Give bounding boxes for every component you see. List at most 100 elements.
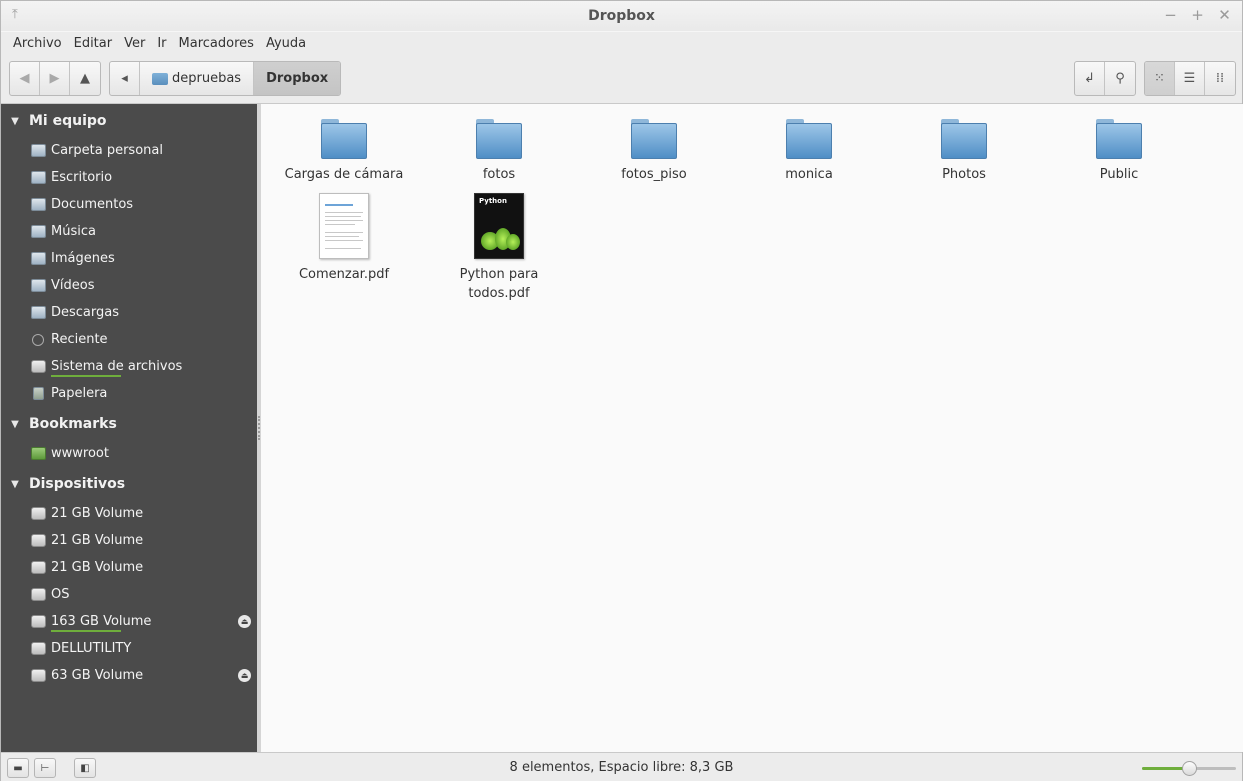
breadcrumb-depruebas[interactable]: depruebas	[140, 62, 255, 95]
file-name: fotos	[482, 167, 516, 182]
pdf-thumbnail-icon	[319, 193, 369, 259]
sidebar-item-imagenes[interactable]: Imágenes	[31, 245, 255, 272]
menu-archivo[interactable]: Archivo	[7, 36, 68, 51]
compact-view-button[interactable]: ⁞⁞	[1205, 62, 1235, 95]
sidebar-item-label: Música	[51, 224, 96, 239]
drive-icon	[31, 615, 46, 628]
sidebar-item-label: Vídeos	[51, 278, 95, 293]
file-name: Python para todos.pdf	[459, 267, 539, 301]
downloads-folder-icon	[31, 306, 46, 319]
menu-editar[interactable]: Editar	[68, 36, 119, 51]
file-item-fotos[interactable]: fotos	[434, 119, 564, 184]
videos-folder-icon	[31, 279, 46, 292]
folder-icon	[1096, 119, 1142, 159]
sidebar-item-sistema-de-archivos[interactable]: Sistema de archivos	[31, 353, 255, 380]
file-view[interactable]: Cargas de cámara fotos fotos_piso monica…	[261, 104, 1243, 752]
file-name: Cargas de cámara	[284, 167, 404, 182]
menu-ver[interactable]: Ver	[118, 36, 151, 51]
back-button[interactable]: ◀	[10, 62, 40, 95]
toggle-location-button[interactable]: ↲	[1075, 62, 1105, 95]
search-button[interactable]: ⚲	[1105, 62, 1135, 95]
sidebar-item-volume-21gb-3[interactable]: 21 GB Volume	[31, 554, 255, 581]
sidebar-item-papelera[interactable]: Papelera	[31, 380, 255, 407]
breadcrumb-dropbox[interactable]: Dropbox	[254, 62, 341, 95]
expand-arrow-icon: ▼	[11, 478, 19, 490]
title-bar[interactable]: ⤒ Dropbox − + ✕	[1, 1, 1242, 31]
sidebar-item-label: Sistema de archivos	[51, 359, 183, 374]
sidebar-item-volume-163gb[interactable]: 163 GB Volume ⏏	[31, 608, 255, 635]
sidebar-item-musica[interactable]: Música	[31, 218, 255, 245]
eject-icon[interactable]: ⏏	[238, 615, 251, 628]
sidebar-item-label: Carpeta personal	[51, 143, 163, 158]
sidebar-item-label: OS	[51, 587, 70, 602]
up-button[interactable]: ▲	[70, 62, 100, 95]
sidebar-item-videos[interactable]: Vídeos	[31, 272, 255, 299]
file-item-comenzar-pdf[interactable]: Comenzar.pdf	[279, 193, 409, 284]
file-item-python-para-todos-pdf[interactable]: Python Python para todos.pdf	[434, 193, 564, 303]
drive-icon	[31, 534, 46, 547]
sidebar-item-label: 21 GB Volume	[51, 533, 144, 548]
breadcrumb-parent-label: depruebas	[172, 71, 242, 86]
menu-ayuda[interactable]: Ayuda	[260, 36, 312, 51]
eject-icon[interactable]: ⏏	[238, 669, 251, 682]
folder-icon	[476, 119, 522, 159]
arrow-left-icon: ◀	[19, 71, 30, 86]
sidebar-item-os[interactable]: OS	[31, 581, 255, 608]
section-mi-equipo[interactable]: ▼ Mi equipo	[1, 106, 107, 136]
sidebar-item-label: DELLUTILITY	[51, 641, 132, 656]
pin-icon[interactable]: ⤒	[12, 7, 18, 22]
trash-icon	[33, 387, 44, 400]
folder-icon	[321, 119, 367, 159]
section-dispositivos[interactable]: ▼ Dispositivos	[1, 469, 125, 499]
expand-arrow-icon: ▼	[11, 115, 19, 127]
sidebar-item-wwwroot[interactable]: wwwroot	[31, 440, 255, 467]
minimize-button[interactable]: −	[1163, 6, 1178, 24]
menu-marcadores[interactable]: Marcadores	[173, 36, 260, 51]
sidebar-item-label: Descargas	[51, 305, 120, 320]
sidebar-item-volume-63gb[interactable]: 63 GB Volume ⏏	[31, 662, 255, 689]
icon-view-button[interactable]: ⁙	[1145, 62, 1175, 95]
thumbnail-title: Python	[479, 197, 507, 205]
sidebar-item-escritorio[interactable]: Escritorio	[31, 164, 255, 191]
sidebar-item-documentos[interactable]: Documentos	[31, 191, 255, 218]
sidebar-item-reciente[interactable]: Reciente	[31, 326, 255, 353]
sidebar-item-dellutility[interactable]: DELLUTILITY	[31, 635, 255, 662]
list-icon: ☰	[1183, 71, 1196, 86]
sidebar-item-descargas[interactable]: Descargas	[31, 299, 255, 326]
zoom-slider-handle[interactable]	[1182, 761, 1197, 776]
drive-icon	[31, 507, 46, 520]
breadcrumb-left-button[interactable]: ◂	[110, 62, 140, 95]
maximize-button[interactable]: +	[1190, 6, 1205, 24]
grid-icon: ⁙	[1154, 71, 1165, 86]
sidebar-item-volume-21gb-2[interactable]: 21 GB Volume	[31, 527, 255, 554]
sidebar-item-label: 163 GB Volume	[51, 614, 152, 629]
section-bookmarks[interactable]: ▼ Bookmarks	[1, 409, 117, 439]
file-item-cargas-de-camara[interactable]: Cargas de cámara	[279, 119, 409, 184]
sidebar-item-carpeta-personal[interactable]: Carpeta personal	[31, 137, 255, 164]
chevron-left-icon: ◂	[121, 71, 128, 86]
search-icon: ⚲	[1115, 71, 1125, 86]
list-view-button[interactable]: ☰	[1175, 62, 1205, 95]
file-item-photos[interactable]: Photos	[899, 119, 1029, 184]
bookmark-folder-icon	[31, 447, 46, 460]
usage-bar	[51, 630, 121, 632]
drive-icon	[31, 669, 46, 682]
section-title: Mi equipo	[29, 113, 107, 129]
menu-ir[interactable]: Ir	[151, 36, 172, 51]
forward-button[interactable]: ▶	[40, 62, 70, 95]
file-item-fotos-piso[interactable]: fotos_piso	[589, 119, 719, 184]
sidebar-item-label: 21 GB Volume	[51, 506, 144, 521]
sidebar-item-label: wwwroot	[51, 446, 109, 461]
folder-icon	[786, 119, 832, 159]
breadcrumb: ◂ depruebas Dropbox	[109, 61, 342, 96]
zoom-slider[interactable]	[1142, 761, 1236, 776]
file-item-public[interactable]: Public	[1054, 119, 1184, 184]
arrow-right-icon: ▶	[49, 71, 60, 86]
sidebar-item-volume-21gb-1[interactable]: 21 GB Volume	[31, 500, 255, 527]
music-folder-icon	[31, 225, 46, 238]
location-entry-icon: ↲	[1084, 71, 1095, 86]
file-item-monica[interactable]: monica	[744, 119, 874, 184]
folder-icon	[631, 119, 677, 159]
close-button[interactable]: ✕	[1217, 6, 1232, 24]
compact-icon: ⁞⁞	[1215, 71, 1225, 86]
